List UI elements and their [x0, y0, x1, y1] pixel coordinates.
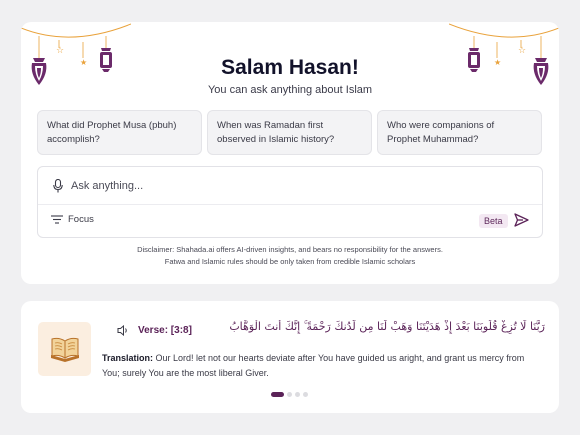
carousel-dot[interactable]: [271, 392, 284, 397]
disclaimer: Disclaimer: Shahada.ai offers AI-driven …: [21, 244, 559, 268]
focus-button[interactable]: Focus: [51, 214, 94, 225]
verse-translation: Translation: Our Lord! let not our heart…: [102, 351, 542, 381]
greeting-subtitle: You can ask anything about Islam: [207, 84, 373, 96]
suggestion-line: When was Ramadan first: [217, 120, 324, 131]
svg-text:☆: ☆: [518, 46, 526, 56]
verse-arabic-text: رَبَّنَا لَا تُزِغْ قُلُوبَنَا بَعْدَ إِ…: [229, 320, 545, 333]
quran-thumbnail: [38, 322, 91, 376]
suggestion-line: Prophet Muhammad?: [387, 134, 479, 145]
suggestion-line: Who were companions of: [387, 120, 495, 131]
carousel-indicator: [271, 392, 308, 397]
suggestion-line: observed in Islamic history?: [217, 134, 335, 145]
suggestion-card-companions[interactable]: Who were companions of Prophet Muhammad?: [377, 110, 542, 155]
carousel-dot[interactable]: [287, 392, 292, 397]
chat-input-row: [38, 167, 542, 205]
chat-input-box: Focus Beta: [37, 166, 543, 238]
verse-card: Verse: [3:8] رَبَّنَا لَا تُزِغْ قُلُوبَ…: [21, 301, 559, 413]
carousel-dot[interactable]: [295, 392, 300, 397]
filter-lines-icon: [51, 215, 63, 224]
disclaimer-line: Disclaimer: Shahada.ai offers AI-driven …: [137, 245, 443, 254]
suggestion-card-musa[interactable]: What did Prophet Musa (pbuh) accomplish?: [37, 110, 202, 155]
disclaimer-line: Fatwa and Islamic rules should be only t…: [164, 257, 416, 266]
focus-label: Focus: [68, 214, 94, 225]
translation-text: Our Lord! let not our hearts deviate aft…: [102, 353, 525, 378]
greeting-title: Salam Hasan!: [221, 56, 359, 79]
carousel-dot[interactable]: [303, 392, 308, 397]
suggestion-line: What did Prophet Musa (pbuh): [47, 120, 177, 131]
suggestion-card-ramadan[interactable]: When was Ramadan first observed in Islam…: [207, 110, 372, 155]
verse-label: Verse: [3:8]: [138, 325, 192, 336]
beta-badge: Beta: [479, 214, 508, 228]
ask-input[interactable]: [71, 177, 511, 195]
chat-card: ☆ ★ ★ ☆ Salam Hasan! You can ask anythin…: [21, 22, 559, 284]
svg-text:☆: ☆: [56, 46, 64, 56]
suggestion-line: accomplish?: [47, 134, 100, 145]
send-arrow-icon[interactable]: [514, 213, 529, 227]
open-quran-book-icon: [50, 337, 79, 362]
speaker-icon[interactable]: [117, 325, 129, 336]
translation-label: Translation:: [102, 353, 154, 363]
microphone-icon[interactable]: [53, 179, 63, 193]
